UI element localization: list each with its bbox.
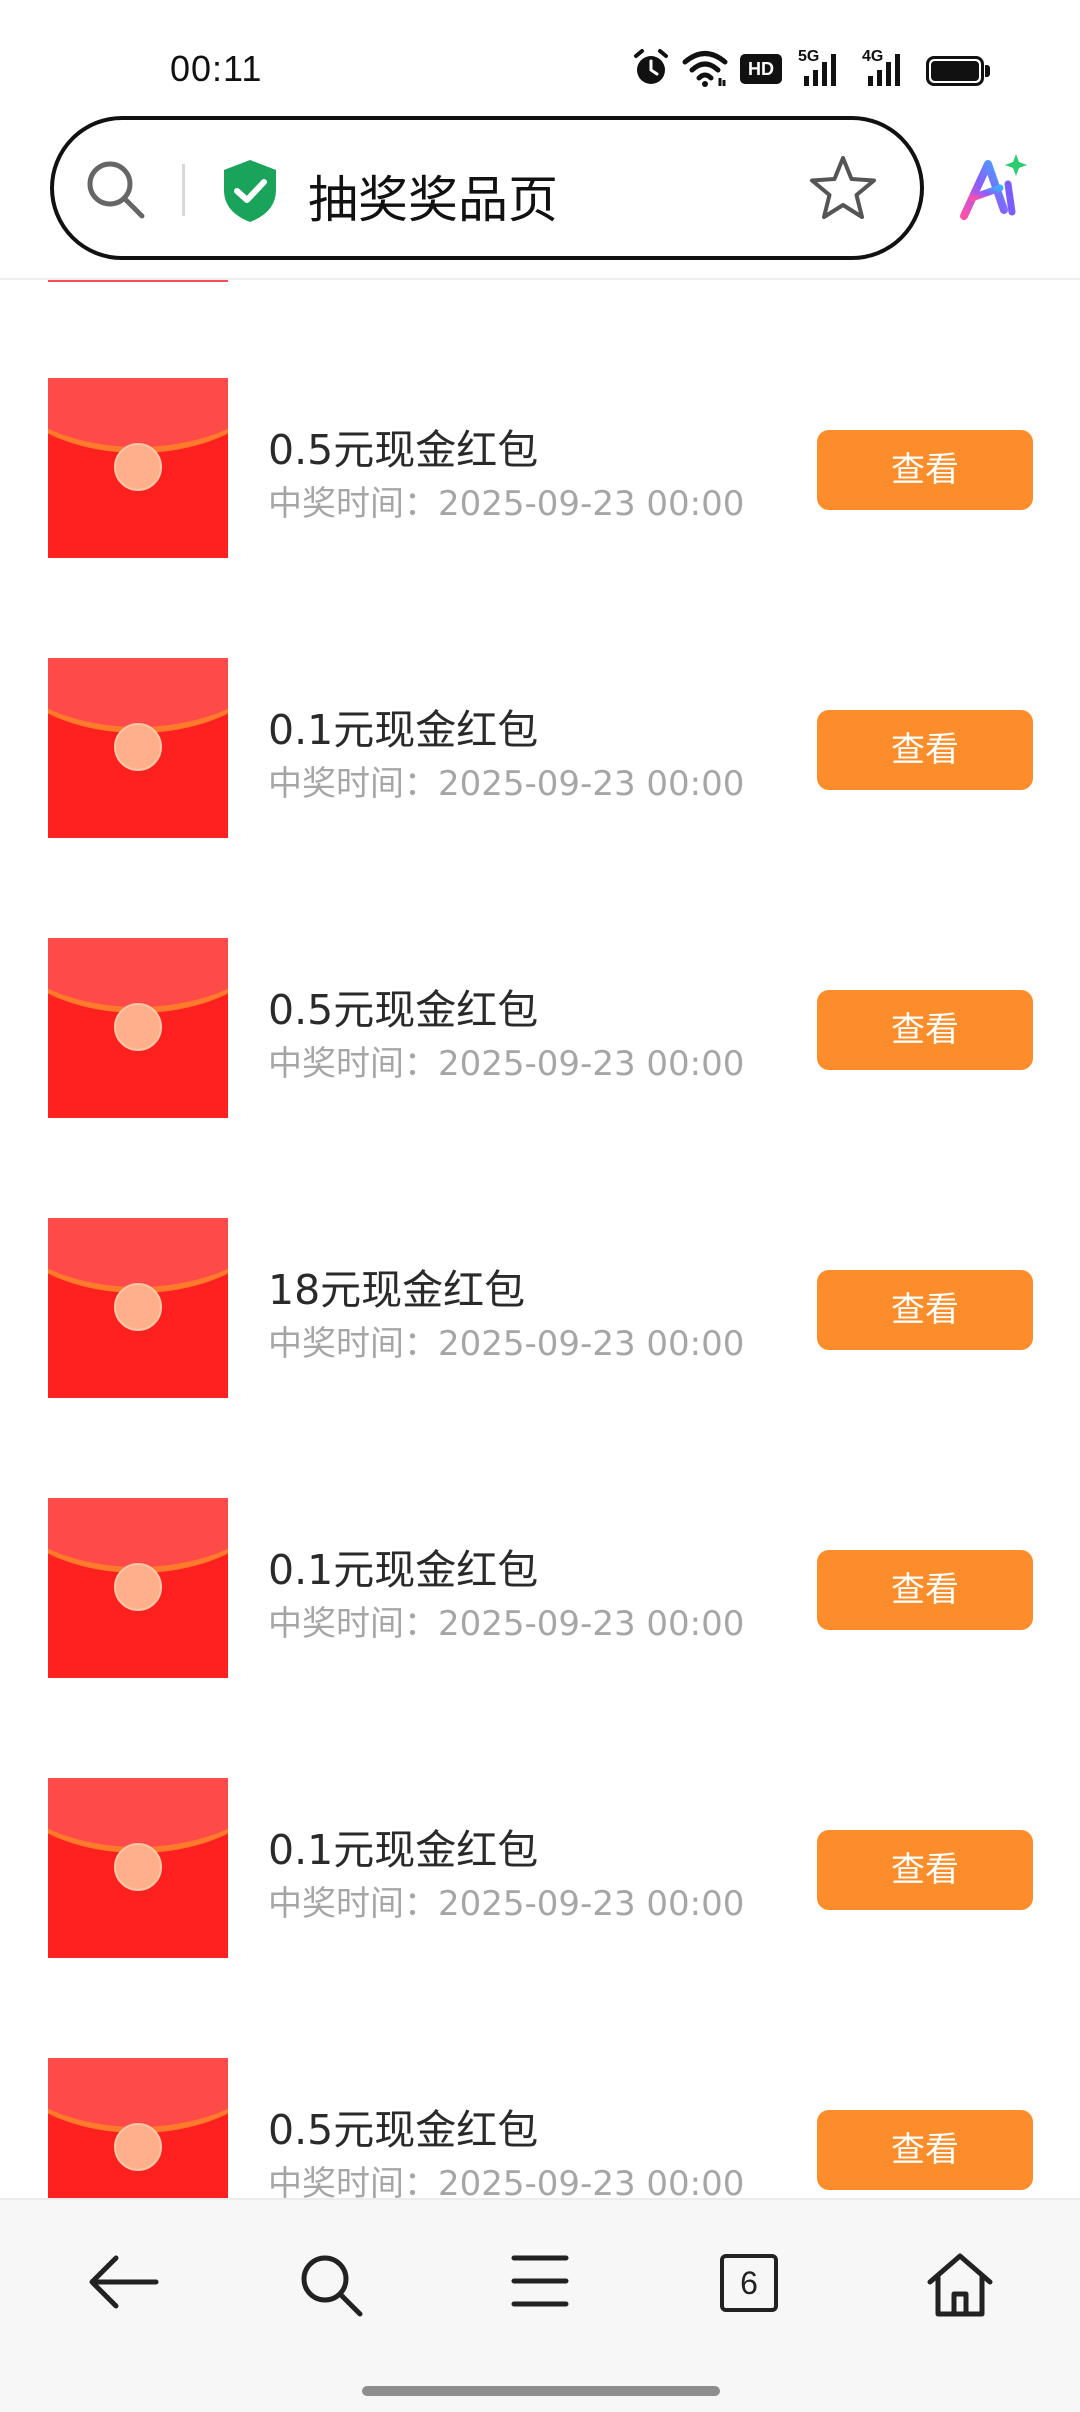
prize-time: 中奖时间：2025-09-23 00:00 bbox=[268, 764, 745, 804]
prize-time: 中奖时间：2025-09-23 00:00 bbox=[268, 484, 745, 524]
battery-icon bbox=[926, 56, 990, 86]
back-arrow-icon[interactable] bbox=[86, 2250, 160, 2314]
prize-name: 0.1元现金红包 bbox=[268, 1826, 539, 1874]
red-packet-image bbox=[48, 378, 228, 558]
view-button[interactable]: 查看 bbox=[817, 990, 1033, 1070]
prize-time: 中奖时间：2025-09-23 00:00 bbox=[268, 2164, 745, 2198]
list-item: 0.5元现金红包 中奖时间：2025-09-23 00:00 查看 bbox=[0, 2058, 1080, 2198]
menu-icon[interactable] bbox=[510, 2250, 570, 2312]
red-packet-image bbox=[48, 1778, 228, 1958]
view-button[interactable]: 查看 bbox=[817, 1270, 1033, 1350]
previous-item-edge bbox=[48, 280, 228, 282]
home-indicator[interactable] bbox=[362, 2386, 720, 2396]
prize-name: 0.1元现金红包 bbox=[268, 1546, 539, 1594]
shield-check-icon bbox=[224, 160, 276, 222]
page-title: 抽奖奖品页 bbox=[308, 171, 558, 229]
list-item: 0.1元现金红包 中奖时间：2025-09-23 00:00 查看 bbox=[0, 1498, 1080, 1778]
red-packet-image bbox=[48, 1218, 228, 1398]
list-item: 0.1元现金红包 中奖时间：2025-09-23 00:00 查看 bbox=[0, 658, 1080, 938]
4g-label: 4G bbox=[862, 48, 884, 65]
list-item: 0.5元现金红包 中奖时间：2025-09-23 00:00 查看 bbox=[0, 938, 1080, 1218]
red-packet-image bbox=[48, 938, 228, 1118]
prize-name: 0.5元现金红包 bbox=[268, 426, 539, 474]
list-item: 18元现金红包 中奖时间：2025-09-23 00:00 查看 bbox=[0, 1218, 1080, 1498]
4g-signal-icon: 4G bbox=[862, 48, 908, 88]
star-icon[interactable] bbox=[808, 154, 878, 222]
prize-name: 0.1元现金红包 bbox=[268, 706, 539, 754]
red-packet-image bbox=[48, 1498, 228, 1678]
prize-time: 中奖时间：2025-09-23 00:00 bbox=[268, 1884, 745, 1924]
hd-label: HD bbox=[748, 59, 774, 79]
tabs-icon[interactable]: 6 bbox=[720, 2254, 778, 2312]
screen: { "status_bar": { "time": "00:11", "icon… bbox=[0, 0, 1080, 2412]
list-item: 0.1元现金红包 中奖时间：2025-09-23 00:00 查看 bbox=[0, 1778, 1080, 2058]
prize-time: 中奖时间：2025-09-23 00:00 bbox=[268, 1324, 745, 1364]
alarm-icon bbox=[634, 49, 668, 84]
search-icon[interactable] bbox=[296, 2250, 366, 2320]
red-packet-image bbox=[48, 658, 228, 838]
bottom-navigation: 6 bbox=[0, 2198, 1080, 2412]
hd-icon: HD bbox=[740, 54, 782, 84]
red-packet-image bbox=[48, 2058, 228, 2198]
view-button[interactable]: 查看 bbox=[817, 430, 1033, 510]
prize-list: 0.5元现金红包 中奖时间：2025-09-23 00:00 查看 0.1元现金… bbox=[0, 280, 1080, 2198]
prize-time: 中奖时间：2025-09-23 00:00 bbox=[268, 1044, 745, 1084]
5g-label: 5G bbox=[798, 48, 820, 65]
view-button[interactable]: 查看 bbox=[817, 2110, 1033, 2190]
prize-name: 0.5元现金红包 bbox=[268, 986, 539, 1034]
home-icon[interactable] bbox=[924, 2250, 996, 2320]
status-bar: 00:11 HD 5G 4G bbox=[0, 0, 1080, 110]
prize-name: 18元现金红包 bbox=[268, 1266, 526, 1314]
wifi-icon bbox=[682, 51, 728, 87]
search-icon[interactable] bbox=[82, 156, 150, 224]
status-time: 00:11 bbox=[170, 48, 263, 89]
address-bar[interactable]: 抽奖奖品页 bbox=[50, 116, 924, 260]
5g-signal-icon: 5G bbox=[798, 48, 844, 88]
view-button[interactable]: 查看 bbox=[817, 1550, 1033, 1630]
list-item: 0.5元现金红包 中奖时间：2025-09-23 00:00 查看 bbox=[0, 378, 1080, 658]
view-button[interactable]: 查看 bbox=[817, 710, 1033, 790]
divider bbox=[182, 164, 185, 216]
tab-count: 6 bbox=[740, 2265, 758, 2301]
prize-name: 0.5元现金红包 bbox=[268, 2106, 539, 2154]
ai-assistant-icon[interactable] bbox=[958, 152, 1030, 222]
prize-time: 中奖时间：2025-09-23 00:00 bbox=[268, 1604, 745, 1644]
view-button[interactable]: 查看 bbox=[817, 1830, 1033, 1910]
